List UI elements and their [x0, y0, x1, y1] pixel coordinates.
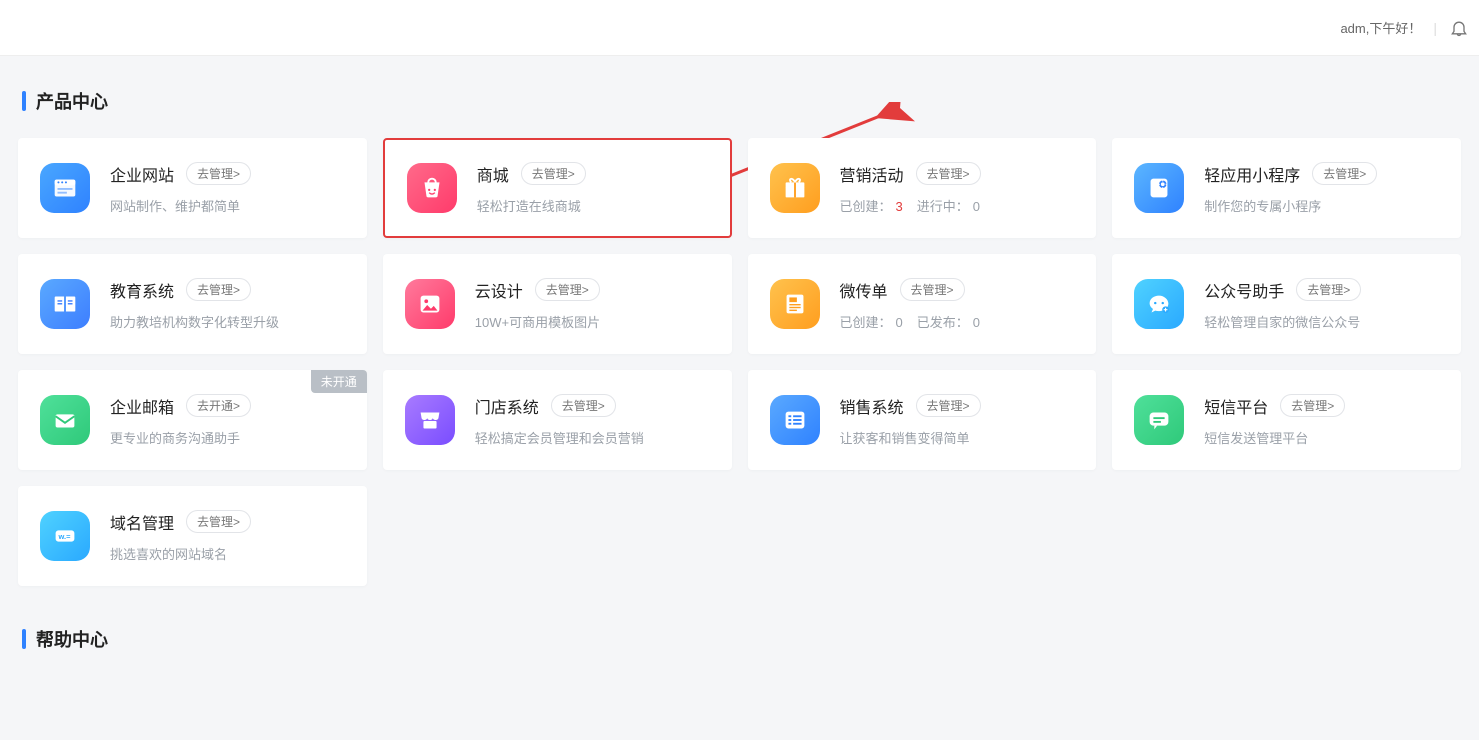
mail-icon [40, 395, 90, 445]
card-title: 轻应用小程序 [1204, 162, 1300, 186]
list-icon [770, 395, 820, 445]
page-content: 产品中心 企业网站 去管理> 网站制作、维护都简单 商城 [0, 56, 1479, 700]
card-desc: 短信发送管理平台 [1204, 428, 1439, 447]
card-miniapp[interactable]: 轻应用小程序 去管理> 制作您的专属小程序 [1112, 138, 1461, 238]
card-title: 门店系统 [475, 394, 539, 418]
card-sms[interactable]: 短信平台 去管理> 短信发送管理平台 [1112, 370, 1461, 470]
card-design[interactable]: 云设计 去管理> 10W+可商用模板图片 [383, 254, 732, 354]
title-bar-icon [22, 91, 26, 111]
card-desc: 让获客和销售变得简单 [840, 428, 1075, 447]
manage-button[interactable]: 去管理> [916, 394, 981, 417]
not-open-badge: 未开通 [311, 370, 367, 393]
card-title: 企业网站 [110, 162, 174, 186]
card-store[interactable]: 门店系统 去管理> 轻松搞定会员管理和会员营销 [383, 370, 732, 470]
product-grid: 企业网站 去管理> 网站制作、维护都简单 商城 去管理> 轻松打造在线商城 [18, 138, 1461, 586]
card-desc: 已创建：0已发布：0 [840, 312, 1075, 331]
image-icon [405, 279, 455, 329]
card-desc: 网站制作、维护都简单 [110, 196, 345, 215]
card-sales[interactable]: 销售系统 去管理> 让获客和销售变得简单 [748, 370, 1097, 470]
card-wechat-helper[interactable]: 公众号助手 去管理> 轻松管理自家的微信公众号 [1112, 254, 1461, 354]
card-desc: 轻松打造在线商城 [477, 196, 708, 215]
manage-button[interactable]: 去管理> [1280, 394, 1345, 417]
manage-button[interactable]: 去管理> [186, 510, 251, 533]
manage-button[interactable]: 去管理> [535, 278, 600, 301]
card-desc: 更专业的商务沟通助手 [110, 428, 345, 447]
card-title: 营销活动 [840, 162, 904, 186]
card-enterprise-website[interactable]: 企业网站 去管理> 网站制作、维护都简单 [18, 138, 367, 238]
section-title-text: 产品中心 [36, 88, 108, 114]
manage-button[interactable]: 去管理> [551, 394, 616, 417]
manage-button[interactable]: 去管理> [186, 278, 251, 301]
section-products-title: 产品中心 [22, 88, 1461, 114]
card-marketing[interactable]: 营销活动 去管理> 已创建：3进行中：0 [748, 138, 1097, 238]
store-icon [405, 395, 455, 445]
card-desc: 制作您的专属小程序 [1204, 196, 1439, 215]
domain-icon: w.= [40, 511, 90, 561]
card-title: 商城 [477, 162, 509, 186]
card-education[interactable]: 教育系统 去管理> 助力教培机构数字化转型升级 [18, 254, 367, 354]
topbar: adm,下午好！ | [0, 0, 1479, 56]
gift-icon [770, 163, 820, 213]
card-title: 域名管理 [110, 510, 174, 534]
card-desc: 助力教培机构数字化转型升级 [110, 312, 345, 331]
manage-button[interactable]: 去管理> [186, 162, 251, 185]
divider: | [1433, 20, 1437, 36]
card-title: 教育系统 [110, 278, 174, 302]
title-bar-icon [22, 629, 26, 649]
card-title: 企业邮箱 [110, 394, 174, 418]
card-desc: 轻松管理自家的微信公众号 [1204, 312, 1439, 331]
chat-icon [1134, 395, 1184, 445]
card-title: 销售系统 [840, 394, 904, 418]
card-desc: 10W+可商用模板图片 [475, 312, 710, 331]
card-email[interactable]: 未开通 企业邮箱 去开通> 更专业的商务沟通助手 [18, 370, 367, 470]
wechat-icon [1134, 279, 1184, 329]
bell-icon[interactable] [1449, 18, 1469, 38]
section-help-title: 帮助中心 [22, 626, 1461, 652]
manage-button[interactable]: 去管理> [521, 162, 586, 185]
card-mall[interactable]: 商城 去管理> 轻松打造在线商城 [383, 138, 732, 238]
book-icon [40, 279, 90, 329]
svg-text:w.=: w.= [57, 532, 71, 541]
card-title: 微传单 [840, 278, 888, 302]
manage-button[interactable]: 去管理> [900, 278, 965, 301]
card-desc: 挑选喜欢的网站域名 [110, 544, 345, 563]
card-title: 云设计 [475, 278, 523, 302]
manage-button[interactable]: 去管理> [1312, 162, 1377, 185]
card-flyer[interactable]: 微传单 去管理> 已创建：0已发布：0 [748, 254, 1097, 354]
flyer-icon [770, 279, 820, 329]
card-title: 公众号助手 [1204, 278, 1284, 302]
website-icon [40, 163, 90, 213]
manage-button[interactable]: 去管理> [916, 162, 981, 185]
card-title: 短信平台 [1204, 394, 1268, 418]
card-desc: 轻松搞定会员管理和会员营销 [475, 428, 710, 447]
manage-button[interactable]: 去管理> [1296, 278, 1361, 301]
card-desc: 已创建：3进行中：0 [840, 196, 1075, 215]
miniapp-icon [1134, 163, 1184, 213]
mall-icon [407, 163, 457, 213]
card-domain[interactable]: w.= 域名管理 去管理> 挑选喜欢的网站域名 [18, 486, 367, 586]
section-title-text: 帮助中心 [36, 626, 108, 652]
open-button[interactable]: 去开通> [186, 394, 251, 417]
greeting-text: adm,下午好！ [1340, 18, 1421, 37]
